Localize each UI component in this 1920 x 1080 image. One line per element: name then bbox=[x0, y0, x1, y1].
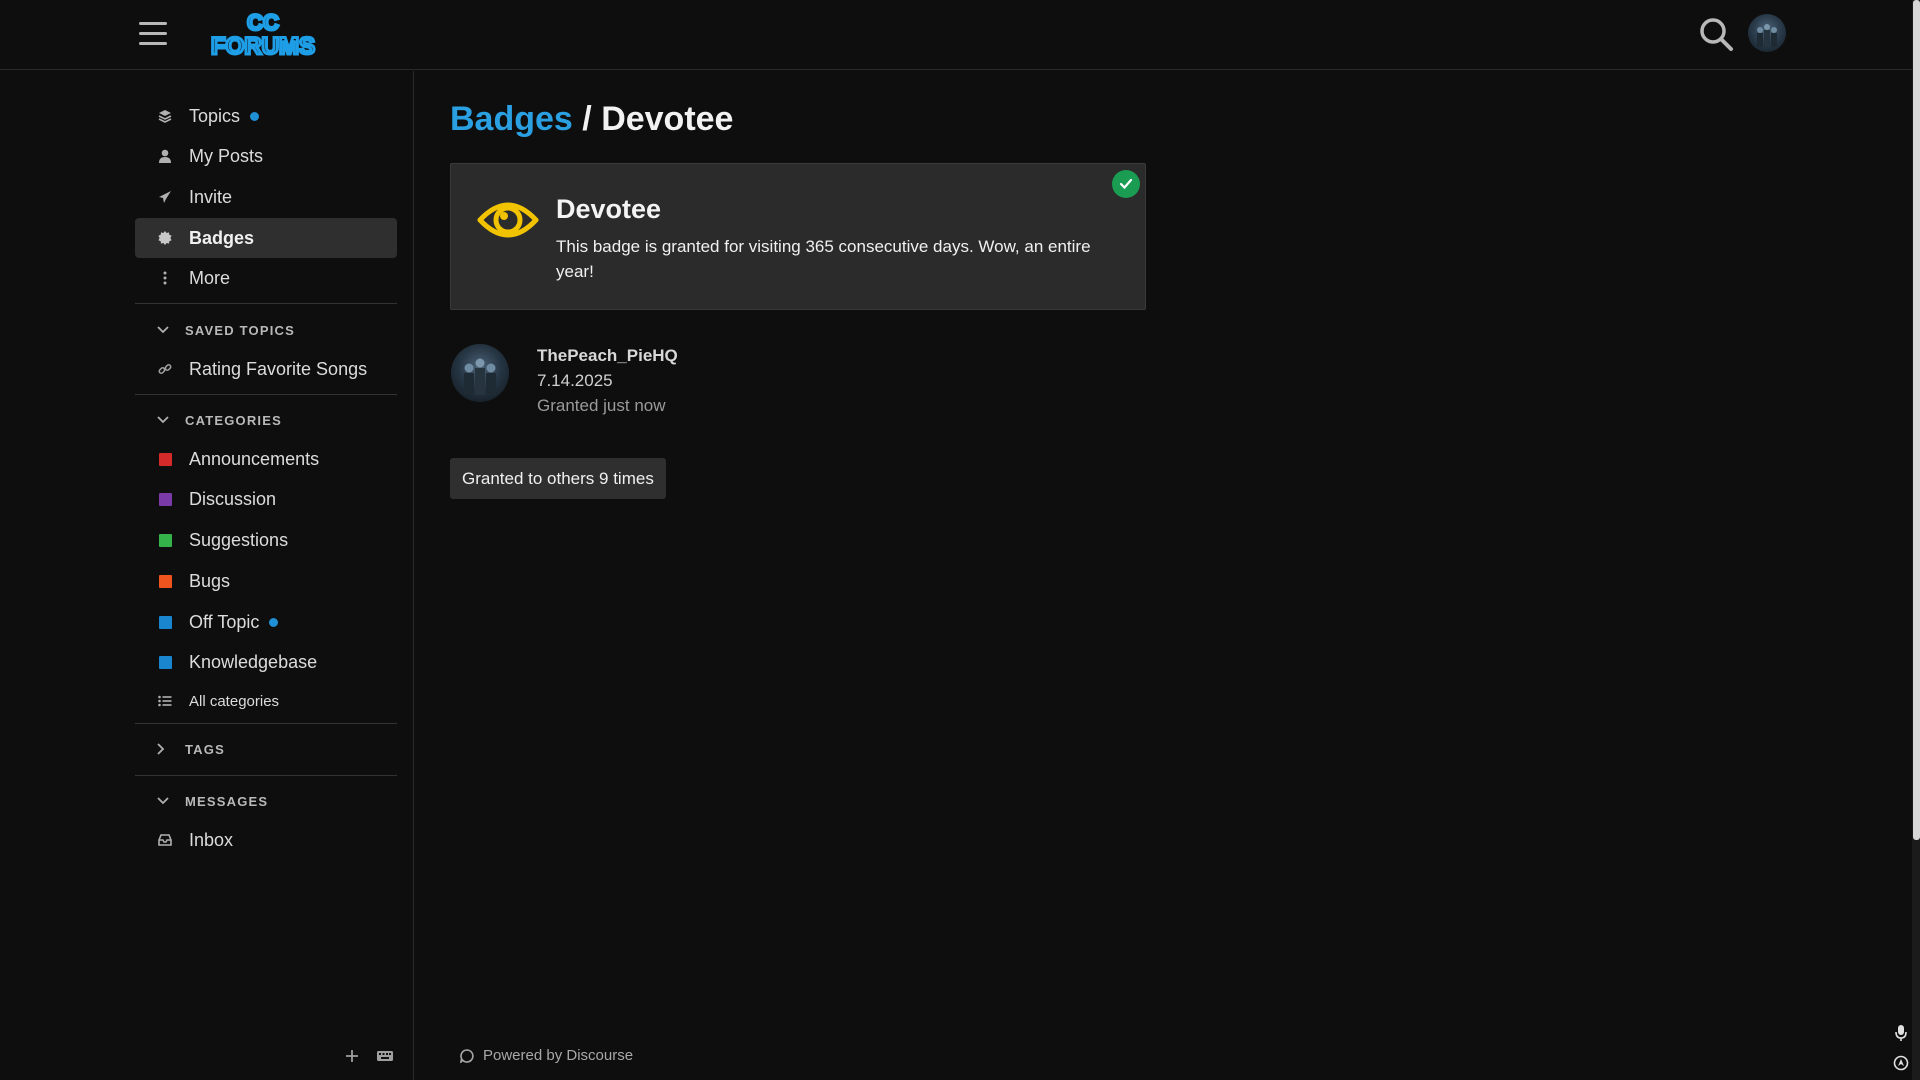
category-color-swatch bbox=[156, 572, 174, 590]
sidebar-item-label: Badges bbox=[189, 227, 255, 248]
grant-date: 7.14.2025 bbox=[537, 371, 613, 390]
sidebar-item-label: Invite bbox=[189, 186, 233, 207]
navigation-compass-icon[interactable] bbox=[1893, 1055, 1909, 1071]
chevron-down-icon bbox=[157, 797, 171, 805]
breadcrumb: Badges / Devotee bbox=[450, 100, 733, 139]
user-icon bbox=[156, 147, 174, 165]
sidebar-item-badges[interactable]: Badges bbox=[135, 218, 397, 258]
user-avatar-menu[interactable] bbox=[1748, 14, 1786, 52]
logo-top-text: CC bbox=[247, 10, 279, 35]
sidebar-item-label: Suggestions bbox=[189, 529, 289, 550]
microphone-icon[interactable] bbox=[1894, 1024, 1908, 1042]
eye-icon bbox=[477, 194, 539, 246]
grant-time: Granted just now bbox=[537, 396, 666, 415]
sidebar-item-label: Discussion bbox=[189, 488, 277, 509]
breadcrumb-badges-link[interactable]: Badges bbox=[450, 100, 573, 138]
badge-description: This badge is granted for visiting 365 c… bbox=[556, 237, 1091, 281]
grant-user-avatar[interactable] bbox=[451, 344, 509, 402]
chevron-right-icon bbox=[157, 743, 171, 755]
sidebar-item-inbox[interactable]: Inbox bbox=[135, 820, 397, 860]
category-color-swatch bbox=[156, 531, 174, 549]
sidebar-item-invite[interactable]: Invite bbox=[135, 177, 397, 217]
sidebar-item-discussion[interactable]: Discussion bbox=[135, 479, 397, 519]
sidebar-item-label: Rating Favorite Songs bbox=[189, 358, 368, 379]
badge-card: Devotee This badge is granted for visiti… bbox=[450, 163, 1146, 310]
sidebar-item-label: Inbox bbox=[189, 829, 234, 850]
new-indicator-dot bbox=[269, 617, 279, 627]
list-icon bbox=[156, 692, 174, 710]
sidebar-item-knowledgebase[interactable]: Knowledgebase bbox=[135, 642, 397, 682]
sidebar-item-label: Knowledgebase bbox=[189, 651, 318, 672]
category-color-swatch bbox=[156, 450, 174, 468]
granted-to-others-button[interactable]: Granted to others 9 times bbox=[450, 458, 666, 499]
sidebar-item-bugs[interactable]: Bugs bbox=[135, 561, 397, 601]
sidebar-item-rating-favorite-songs[interactable]: Rating Favorite Songs bbox=[135, 349, 397, 389]
layers-icon bbox=[156, 107, 174, 125]
category-color-swatch bbox=[156, 490, 174, 508]
section-header-saved-topics[interactable]: SAVED TOPICS bbox=[135, 315, 397, 345]
site-logo[interactable]: CC FORUMS bbox=[210, 9, 317, 62]
powered-by-discourse-link[interactable]: Powered by Discourse bbox=[459, 1047, 634, 1065]
certificate-icon bbox=[156, 229, 174, 247]
logo-bottom-text: FORUMS bbox=[211, 33, 315, 60]
chevron-down-icon bbox=[157, 416, 171, 424]
site-header: CC FORUMS bbox=[0, 0, 1920, 70]
sidebar-item-topics[interactable]: Topics bbox=[135, 96, 397, 136]
ellipsis-vertical-icon bbox=[156, 269, 174, 287]
section-header-label: CATEGORIES bbox=[185, 412, 282, 428]
sidebar-item-off-topic[interactable]: Off Topic bbox=[135, 602, 397, 642]
section-header-label: TAGS bbox=[185, 741, 225, 757]
sidebar-item-suggestions[interactable]: Suggestions bbox=[135, 520, 397, 560]
search-icon[interactable] bbox=[1698, 16, 1734, 52]
sidebar-divider bbox=[135, 723, 397, 724]
scrollbar-thumb[interactable] bbox=[1913, 0, 1920, 840]
sidebar-item-label: Bugs bbox=[189, 570, 231, 591]
discourse-icon bbox=[459, 1048, 474, 1065]
category-color-swatch bbox=[156, 653, 174, 671]
sidebar-item-label: Announcements bbox=[189, 448, 320, 469]
chevron-down-icon bbox=[157, 326, 171, 334]
sidebar-divider bbox=[135, 775, 397, 776]
keyboard-icon[interactable] bbox=[376, 1049, 394, 1063]
badge-name: Devotee bbox=[556, 194, 662, 224]
section-header-categories[interactable]: CATEGORIES bbox=[135, 405, 397, 435]
section-header-messages[interactable]: MESSAGES bbox=[135, 786, 397, 816]
sidebar-item-all-categories[interactable]: All categories bbox=[135, 681, 397, 721]
granted-check-icon bbox=[1112, 170, 1140, 198]
section-header-tags[interactable]: TAGS bbox=[135, 734, 397, 764]
link-icon bbox=[156, 360, 174, 378]
sidebar-item-label: Off Topic bbox=[189, 611, 260, 632]
sidebar-divider bbox=[135, 303, 397, 304]
inbox-icon bbox=[156, 831, 174, 849]
sidebar-item-more[interactable]: More bbox=[135, 258, 397, 298]
sidebar-item-label: More bbox=[189, 267, 231, 288]
plus-icon[interactable] bbox=[342, 1046, 362, 1066]
category-color-swatch bbox=[156, 613, 174, 631]
sidebar-divider bbox=[135, 394, 397, 395]
sidebar-item-label: My Posts bbox=[189, 145, 264, 166]
paper-plane-icon bbox=[156, 188, 174, 206]
sidebar-item-label: Topics bbox=[189, 105, 241, 126]
sidebar-item-announcements[interactable]: Announcements bbox=[135, 439, 397, 479]
section-header-label: SAVED TOPICS bbox=[185, 322, 295, 338]
grant-username[interactable]: ThePeach_PieHQ bbox=[537, 346, 678, 366]
new-indicator-dot bbox=[250, 111, 260, 121]
sidebar-item-label: All categories bbox=[189, 692, 280, 710]
footer-text: Powered by Discourse bbox=[483, 1047, 634, 1064]
sidebar-item-my-posts[interactable]: My Posts bbox=[135, 136, 397, 176]
hamburger-menu-icon[interactable] bbox=[139, 22, 167, 46]
section-header-label: MESSAGES bbox=[185, 793, 269, 809]
breadcrumb-current: Devotee bbox=[601, 100, 734, 138]
breadcrumb-separator: / bbox=[582, 100, 592, 138]
